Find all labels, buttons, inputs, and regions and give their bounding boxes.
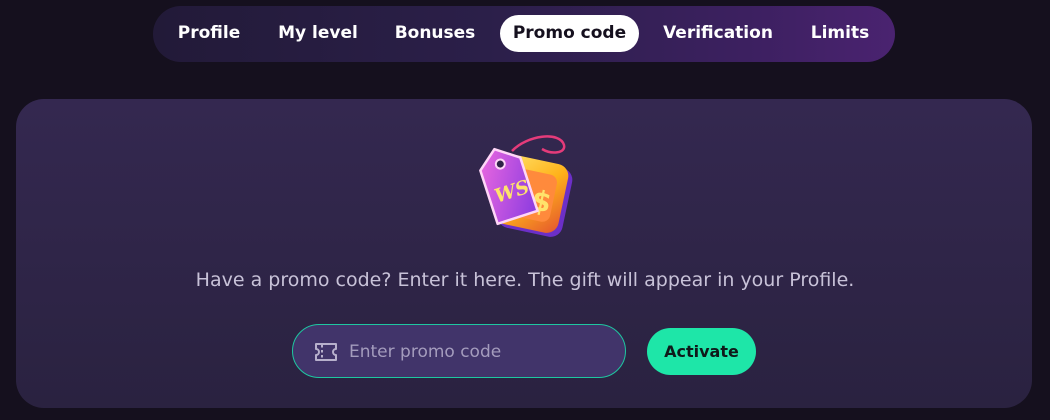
- tab-profile[interactable]: Profile: [169, 15, 249, 52]
- promo-code-input[interactable]: [347, 337, 611, 367]
- tab-limits[interactable]: Limits: [805, 15, 875, 52]
- tab-bonuses[interactable]: Bonuses: [387, 15, 483, 52]
- promo-instruction-text: Have a promo code? Enter it here. The gi…: [195, 269, 855, 291]
- tab-verification[interactable]: Verification: [653, 15, 783, 52]
- account-tabs: Profile My level Bonuses Promo code Veri…: [153, 6, 895, 62]
- promo-tag-icon: $ WS: [472, 133, 582, 243]
- tab-my-level[interactable]: My level: [270, 15, 366, 52]
- activate-button[interactable]: Activate: [647, 328, 756, 375]
- promo-code-field[interactable]: [292, 324, 626, 378]
- tab-promo-code[interactable]: Promo code: [500, 15, 639, 52]
- ticket-icon: [313, 342, 339, 362]
